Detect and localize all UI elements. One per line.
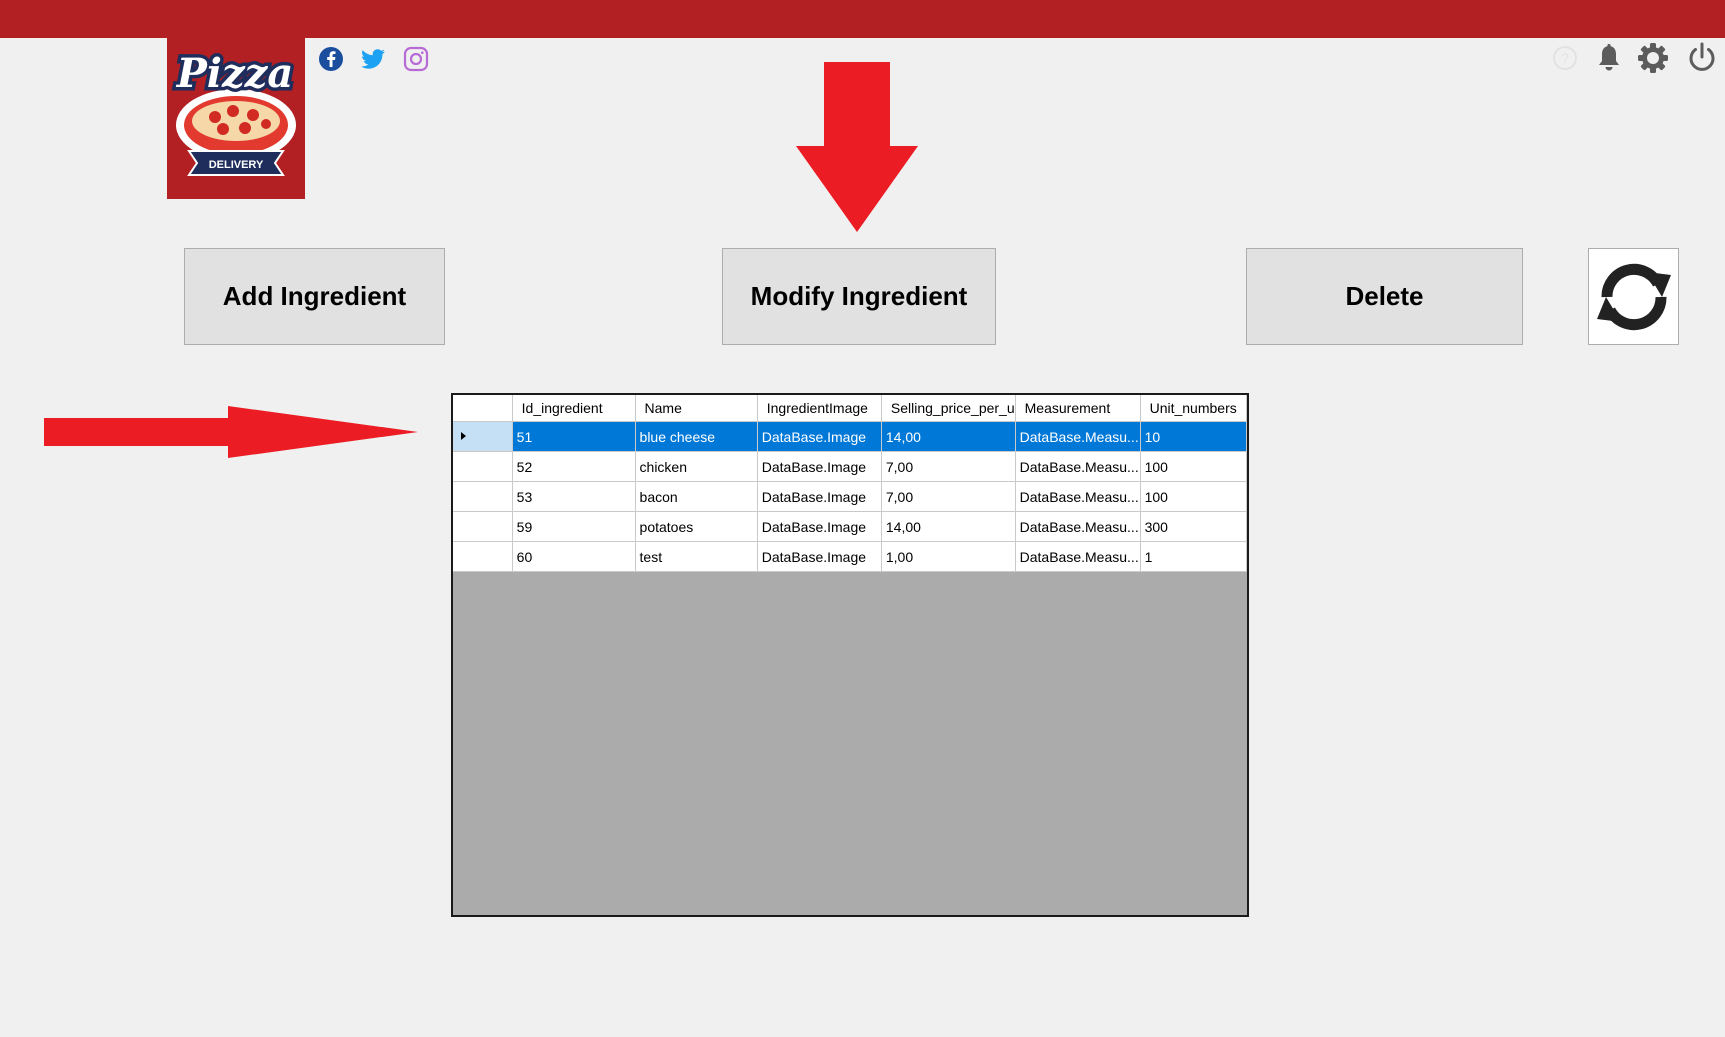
row-header[interactable]: [453, 481, 513, 512]
cell-name[interactable]: test: [634, 541, 758, 572]
pizza-logo: DELIVERY Pizza: [167, 27, 305, 199]
column-header-name[interactable]: Name: [635, 395, 758, 422]
gear-icon[interactable]: [1637, 42, 1669, 74]
cell-name[interactable]: bacon: [634, 481, 758, 512]
cell-id[interactable]: 52: [511, 451, 636, 482]
down-arrow-annotation: [796, 62, 918, 232]
instagram-icon[interactable]: [403, 46, 429, 72]
add-ingredient-button[interactable]: Add Ingredient: [184, 248, 445, 345]
cell-units[interactable]: 10: [1139, 421, 1247, 452]
column-header-id[interactable]: Id_ingredient: [512, 395, 636, 422]
cell-id[interactable]: 59: [511, 511, 636, 542]
cell-image[interactable]: DataBase.Image: [756, 511, 882, 542]
right-arrow-annotation: [44, 406, 418, 458]
bell-icon[interactable]: [1593, 42, 1625, 74]
delete-button[interactable]: Delete: [1246, 248, 1523, 345]
cell-name[interactable]: blue cheese: [634, 421, 758, 452]
help-icon[interactable]: ?: [1549, 42, 1581, 74]
cell-image[interactable]: DataBase.Image: [756, 451, 882, 482]
svg-text:Pizza: Pizza: [176, 50, 294, 97]
cell-image[interactable]: DataBase.Image: [756, 481, 882, 512]
cell-measurement[interactable]: DataBase.Measu...: [1014, 541, 1141, 572]
header-row: Id_ingredient Name IngredientImage Selli…: [453, 395, 1247, 422]
cell-id[interactable]: 60: [511, 541, 636, 572]
cell-measurement[interactable]: DataBase.Measu...: [1014, 481, 1141, 512]
row-header-selected[interactable]: [453, 421, 513, 452]
column-header-measurement[interactable]: Measurement: [1015, 395, 1141, 422]
ingredients-table: Id_ingredient Name IngredientImage Selli…: [453, 395, 1247, 572]
refresh-icon: [1596, 263, 1671, 330]
table-row[interactable]: 59 potatoes DataBase.Image 14,00 DataBas…: [453, 511, 1247, 542]
column-header-price[interactable]: Selling_price_per_u: [881, 395, 1016, 422]
cell-price[interactable]: 1,00: [880, 541, 1016, 572]
cell-image[interactable]: DataBase.Image: [756, 541, 882, 572]
cell-price[interactable]: 14,00: [880, 511, 1016, 542]
table-row[interactable]: 51 blue cheese DataBase.Image 14,00 Data…: [453, 421, 1247, 452]
power-icon[interactable]: [1686, 42, 1718, 74]
cell-units[interactable]: 100: [1139, 481, 1247, 512]
twitter-icon[interactable]: [360, 46, 386, 72]
modify-ingredient-button[interactable]: Modify Ingredient: [722, 248, 996, 345]
cell-name[interactable]: chicken: [634, 451, 758, 482]
table-row[interactable]: 53 bacon DataBase.Image 7,00 DataBase.Me…: [453, 481, 1247, 512]
table-row[interactable]: 52 chicken DataBase.Image 7,00 DataBase.…: [453, 451, 1247, 482]
svg-text:DELIVERY: DELIVERY: [209, 159, 264, 171]
cell-measurement[interactable]: DataBase.Measu...: [1014, 511, 1141, 542]
cell-price[interactable]: 7,00: [880, 481, 1016, 512]
row-pointer-icon: [461, 431, 466, 440]
cell-measurement[interactable]: DataBase.Measu...: [1014, 451, 1141, 482]
cell-units[interactable]: 300: [1139, 511, 1247, 542]
cell-units[interactable]: 1: [1139, 541, 1247, 572]
cell-price[interactable]: 14,00: [880, 421, 1016, 452]
column-header-units[interactable]: Unit_numbers: [1140, 395, 1247, 422]
cell-name[interactable]: potatoes: [634, 511, 758, 542]
cell-id[interactable]: 51: [511, 421, 636, 452]
cell-image[interactable]: DataBase.Image: [756, 421, 882, 452]
facebook-icon[interactable]: [318, 46, 344, 72]
row-header[interactable]: [453, 541, 513, 572]
row-header-corner: [453, 395, 513, 422]
cell-price[interactable]: 7,00: [880, 451, 1016, 482]
refresh-button[interactable]: [1588, 248, 1679, 345]
svg-text:?: ?: [1561, 50, 1569, 66]
row-header[interactable]: [453, 451, 513, 482]
column-header-image[interactable]: IngredientImage: [757, 395, 882, 422]
ingredients-grid[interactable]: Id_ingredient Name IngredientImage Selli…: [451, 393, 1249, 917]
cell-units[interactable]: 100: [1139, 451, 1247, 482]
cell-id[interactable]: 53: [511, 481, 636, 512]
cell-measurement[interactable]: DataBase.Measu...: [1014, 421, 1141, 452]
table-row[interactable]: 60 test DataBase.Image 1,00 DataBase.Mea…: [453, 541, 1247, 572]
row-header[interactable]: [453, 511, 513, 542]
